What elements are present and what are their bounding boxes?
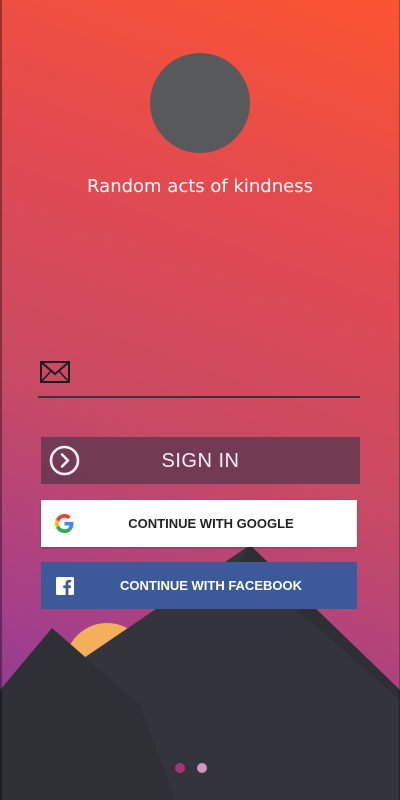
- google-button-label: CONTINUE WITH GOOGLE: [128, 516, 294, 531]
- email-field-row: [38, 356, 360, 398]
- google-icon: [55, 514, 74, 533]
- continue-with-google-button[interactable]: CONTINUE WITH GOOGLE: [41, 500, 357, 547]
- page-dot-1[interactable]: [175, 763, 185, 773]
- email-field[interactable]: [80, 358, 360, 392]
- page-dot-2[interactable]: [197, 763, 207, 773]
- mail-icon: [40, 361, 70, 383]
- facebook-button-label: CONTINUE WITH FACEBOOK: [120, 578, 302, 593]
- left-edge: [0, 0, 2, 800]
- avatar[interactable]: [150, 53, 250, 153]
- login-screen: Random acts of kindness SIGN IN CONTINUE…: [0, 0, 400, 800]
- facebook-icon: [56, 577, 74, 595]
- sign-in-button[interactable]: SIGN IN: [41, 437, 360, 484]
- continue-with-facebook-button[interactable]: CONTINUE WITH FACEBOOK: [41, 562, 357, 609]
- sign-in-label: SIGN IN: [161, 450, 240, 472]
- app-tagline: Random acts of kindness: [87, 176, 313, 197]
- page-indicator: [170, 763, 230, 775]
